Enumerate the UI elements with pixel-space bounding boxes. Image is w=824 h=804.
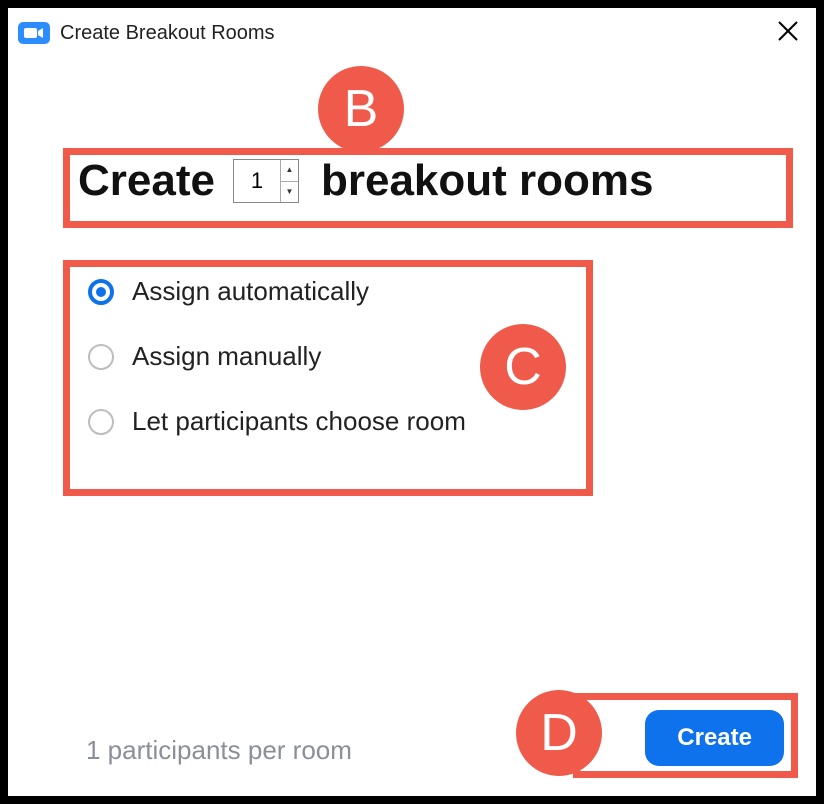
annotation-badge-d: D xyxy=(516,690,602,776)
option-label: Let participants choose room xyxy=(132,406,466,437)
assignment-options: Assign automatically Assign manually Let… xyxy=(88,276,466,437)
room-count-stepper[interactable]: ▲ ▼ xyxy=(233,159,299,203)
title-bar: Create Breakout Rooms xyxy=(8,8,816,52)
room-count-input[interactable] xyxy=(234,160,280,202)
radio-selected-icon[interactable] xyxy=(88,279,114,305)
radio-unselected-icon[interactable] xyxy=(88,409,114,435)
create-label-before: Create xyxy=(78,156,215,206)
create-rooms-row: Create ▲ ▼ breakout rooms xyxy=(78,156,786,206)
stepper-up-icon[interactable]: ▲ xyxy=(281,160,298,182)
option-assign-manually[interactable]: Assign manually xyxy=(88,341,466,372)
dialog-window: Create Breakout Rooms B Create ▲ ▼ break… xyxy=(8,8,816,796)
radio-unselected-icon[interactable] xyxy=(88,344,114,370)
option-label: Assign manually xyxy=(132,341,321,372)
zoom-logo-icon xyxy=(18,22,50,44)
create-label-after: breakout rooms xyxy=(321,156,654,206)
annotation-badge-b: B xyxy=(318,66,404,152)
window-title: Create Breakout Rooms xyxy=(60,22,275,45)
create-button[interactable]: Create xyxy=(645,710,784,766)
option-let-participants-choose[interactable]: Let participants choose room xyxy=(88,406,466,437)
stepper-down-icon[interactable]: ▼ xyxy=(281,182,298,203)
participants-per-room: 1 participants per room xyxy=(86,735,352,766)
annotation-badge-c: C xyxy=(480,324,566,410)
option-assign-automatically[interactable]: Assign automatically xyxy=(88,276,466,307)
option-label: Assign automatically xyxy=(132,276,369,307)
stepper-arrows: ▲ ▼ xyxy=(280,160,298,202)
close-button[interactable] xyxy=(770,20,806,46)
